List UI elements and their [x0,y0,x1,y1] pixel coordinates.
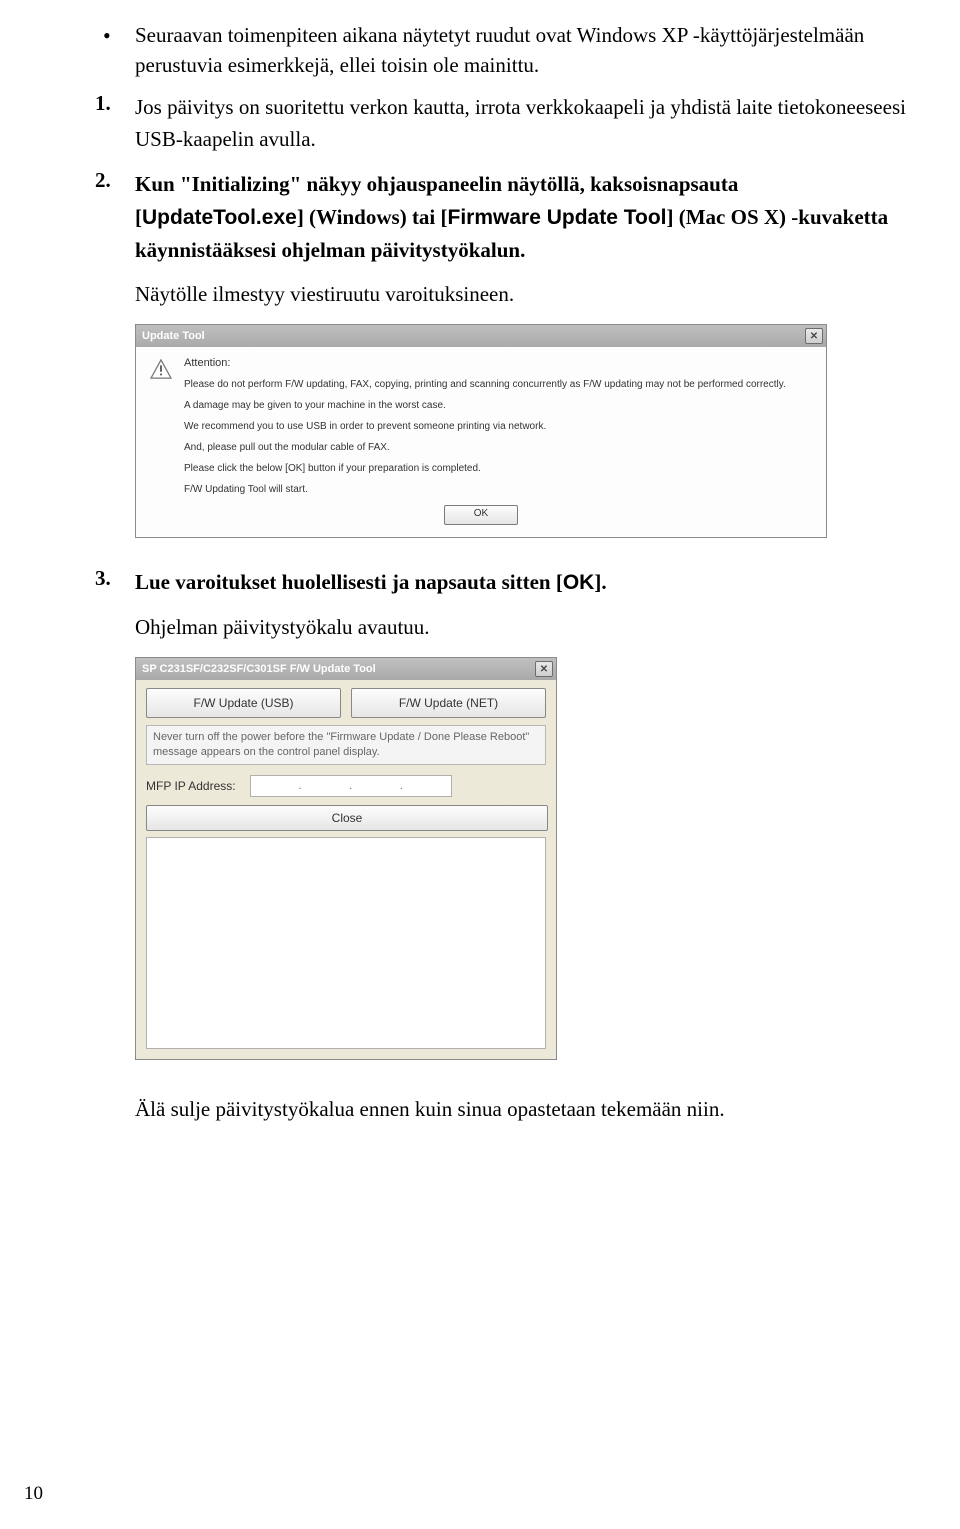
ip-row: MFP IP Address: ... [136,771,556,803]
step-2-body: Kun "Initializing" näkyy ohjauspaneelin … [135,168,910,267]
dialog1-title: Update Tool [142,330,205,342]
page-number: 10 [24,1483,43,1505]
step-1-body: Jos päivitys on suoritettu verkon kautta… [135,91,910,156]
dialog1-line-4: Please click the below [OK] button if yo… [184,463,812,474]
step-3-post: ]. [594,570,606,594]
close-icon[interactable]: ✕ [535,661,553,677]
step-3-pre: Lue varoitukset huolellisesti ja napsaut… [135,570,563,594]
step-2-marker: 2. [95,168,111,193]
step-3-follow: Ohjelman päivitystyökalu avautuu. [135,612,910,644]
step-3-body: Lue varoitukset huolellisesti ja napsaut… [135,566,910,600]
update-tool-dialog: Update Tool ✕ Attention: Please do not p… [135,324,827,538]
close-button[interactable]: Close [146,805,548,831]
step-2-follow: Näytölle ilmestyy viestiruutu varoituksi… [135,279,910,311]
warning-icon [150,359,172,379]
dialog1-line-0: Please do not perform F/W updating, FAX,… [184,379,812,390]
step-2-tool1: UpdateTool.exe [142,206,297,229]
dialog1-attention: Attention: [184,357,230,369]
dialog1-titlebar: Update Tool ✕ [136,325,826,347]
step-3: 3. Lue varoitukset huolellisesti ja naps… [95,566,910,600]
step-1-text: Jos päivitys on suoritettu verkon kautta… [135,95,906,152]
ip-label: MFP IP Address: [146,779,236,793]
dialog1-body: Attention: Please do not perform F/W upd… [136,347,826,537]
dialog2-list-area [146,837,546,1049]
close-icon[interactable]: ✕ [805,328,823,344]
fw-update-net-button[interactable]: F/W Update (NET) [351,688,546,718]
dialog1-line-3: And, please pull out the modular cable o… [184,442,812,453]
step-2-mid1: ] (Windows) tai [ [297,205,448,229]
step-2: 2. Kun "Initializing" näkyy ohjauspaneel… [95,168,910,267]
step-2-tool2: Firmware Update Tool [448,206,667,229]
dialog1-line-5: F/W Updating Tool will start. [184,484,812,495]
step-1: 1. Jos päivitys on suoritettu verkon kau… [95,91,910,156]
step-3-btn: OK [563,571,595,594]
dialog2-titlebar: SP C231SF/C232SF/C301SF F/W Update Tool … [136,658,556,680]
ip-input[interactable]: ... [250,775,452,797]
dialog1-line-1: A damage may be given to your machine in… [184,400,812,411]
fw-update-tool-dialog: SP C231SF/C232SF/C301SF F/W Update Tool … [135,657,557,1060]
closing-note: Älä sulje päivitystyökalua ennen kuin si… [135,1094,910,1126]
dialog1-lines: Please do not perform F/W updating, FAX,… [184,379,812,495]
dialog2-button-row: F/W Update (USB) F/W Update (NET) [136,680,556,722]
dialog2-message: Never turn off the power before the "Fir… [146,725,546,765]
fw-update-usb-button[interactable]: F/W Update (USB) [146,688,341,718]
dialog2-title: SP C231SF/C232SF/C301SF F/W Update Tool [142,663,376,675]
bullet-text: Seuraavan toimenpiteen aikana näytetyt r… [135,23,864,77]
step-1-marker: 1. [95,91,111,116]
bullet-note: Seuraavan toimenpiteen aikana näytetyt r… [95,20,910,81]
dialog1-line-2: We recommend you to use USB in order to … [184,421,812,432]
ok-button[interactable]: OK [444,505,518,525]
step-3-marker: 3. [95,566,111,591]
